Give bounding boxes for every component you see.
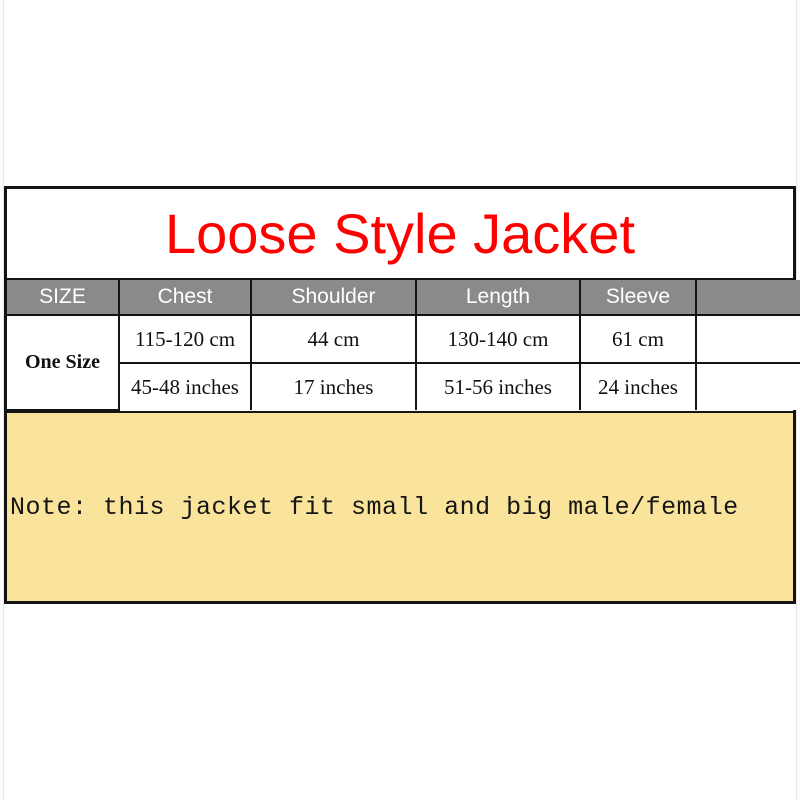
cell-shoulder-cm: 44 cm	[250, 314, 417, 364]
column-header-size: SIZE	[7, 280, 120, 316]
column-header-shoulder: Shoulder	[250, 280, 417, 316]
column-header-length: Length	[415, 280, 581, 316]
cell-length-cm: 130-140 cm	[415, 314, 581, 364]
column-header-chest: Chest	[118, 280, 252, 316]
cell-chest-inches: 45-48 inches	[119, 362, 252, 410]
column-header-blank	[695, 280, 800, 316]
note-band: Note: this jacket fit small and big male…	[7, 411, 793, 601]
table-row: 45-48 inches 17 inches 51-56 inches 24 i…	[7, 362, 800, 410]
cell-size-one-size: One Size	[7, 314, 120, 411]
chart-title-band: Loose Style Jacket	[7, 189, 793, 280]
cell-chest-cm: 115-120 cm	[118, 314, 252, 364]
note-text: Note: this jacket fit small and big male…	[10, 492, 739, 522]
size-table: SIZE Chest Shoulder Length Sleeve One Si…	[7, 280, 800, 411]
cell-blank-inches	[695, 362, 800, 410]
page-title: Loose Style Jacket	[164, 201, 636, 265]
cell-shoulder-inches: 17 inches	[250, 362, 417, 410]
table-row: One Size 115-120 cm 44 cm 130-140 cm 61 …	[7, 314, 800, 411]
size-chart-card: Loose Style Jacket SIZE Chest Shoulder L…	[4, 186, 800, 604]
cell-sleeve-cm: 61 cm	[579, 314, 697, 364]
column-header-sleeve: Sleeve	[579, 280, 697, 316]
cell-blank-cm	[695, 314, 800, 364]
table-header-row: SIZE Chest Shoulder Length Sleeve	[7, 280, 800, 316]
cell-sleeve-inches: 24 inches	[579, 362, 697, 410]
cell-length-inches: 51-56 inches	[415, 362, 581, 410]
